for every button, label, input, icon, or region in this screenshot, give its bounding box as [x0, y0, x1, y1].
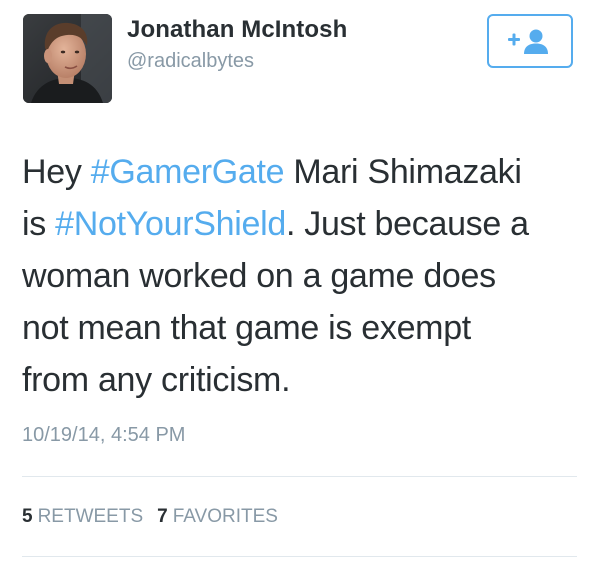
favorites-label: FAVORITES — [172, 506, 278, 527]
tweet-text-segment: is — [22, 205, 56, 243]
follow-button[interactable] — [487, 14, 573, 68]
avatar[interactable] — [23, 14, 112, 103]
tweet-stats: 5 RETWEETS 7 FAVORITES — [22, 506, 278, 528]
favorites-stat[interactable]: 7 FAVORITES — [157, 506, 278, 528]
profile-photo-icon — [23, 14, 112, 103]
retweets-count: 5 — [22, 506, 33, 527]
tweet-text-segment: Mari Shimazaki — [284, 153, 522, 191]
divider — [22, 556, 577, 557]
follow-user-icon — [508, 29, 548, 54]
divider — [22, 476, 577, 477]
tweet-text-segment: not mean that game is exempt — [22, 309, 471, 347]
tweet-text-segment: . Just because a — [285, 205, 529, 243]
display-name[interactable]: Jonathan McIntosh — [127, 16, 347, 44]
tweet-text-line: woman worked on a game does — [22, 250, 582, 302]
retweets-stat[interactable]: 5 RETWEETS — [22, 506, 143, 528]
favorites-count: 7 — [157, 506, 168, 527]
tweet-text-segment: from any criticism. — [22, 361, 291, 399]
tweet-text-line: from any criticism. — [22, 354, 582, 406]
user-handle[interactable]: @radicalbytes — [127, 50, 254, 73]
tweet-text-line: Hey #GamerGate Mari Shimazaki — [22, 146, 582, 198]
tweet-text-segment: woman worked on a game does — [22, 257, 496, 295]
tweet-text-segment: Hey — [22, 153, 91, 191]
hashtag-link[interactable]: #NotYourShield — [55, 205, 286, 243]
tweet-card: Jonathan McIntosh @radicalbytes Hey #Gam… — [0, 0, 599, 570]
hashtag-link[interactable]: #GamerGate — [91, 153, 285, 191]
tweet-timestamp[interactable]: 10/19/14, 4:54 PM — [22, 424, 185, 447]
tweet-text-line: is #NotYourShield. Just because a — [22, 198, 582, 250]
retweets-label: RETWEETS — [37, 506, 144, 527]
tweet-text-line: not mean that game is exempt — [22, 302, 582, 354]
tweet-text: Hey #GamerGate Mari Shimazaki is #NotYour… — [22, 146, 582, 406]
